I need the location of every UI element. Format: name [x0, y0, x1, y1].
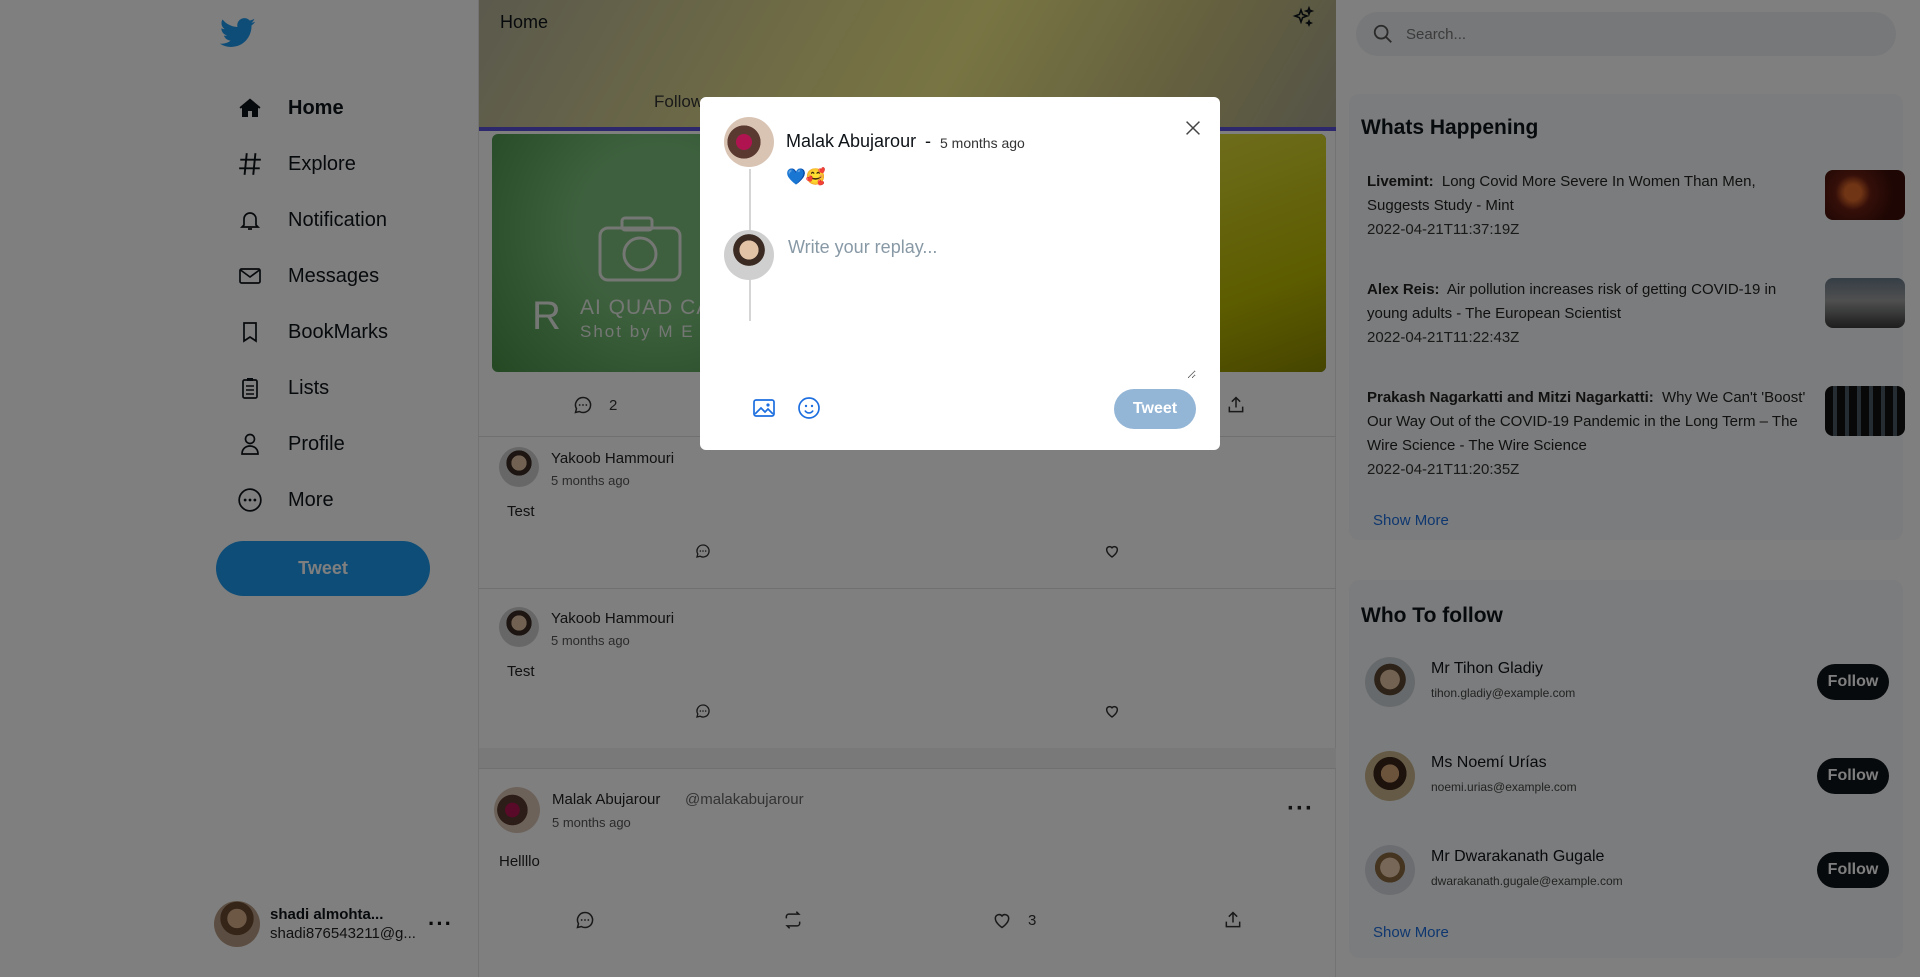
emoji-icon[interactable]	[797, 396, 821, 420]
reply-dialog: Malak Abujarour - 5 months ago 💙🥰 Tweet	[700, 97, 1220, 450]
image-icon[interactable]	[752, 396, 776, 420]
avatar	[724, 117, 774, 167]
reply-target-time: 5 months ago	[940, 135, 1025, 151]
reply-target-author: Malak Abujarour	[786, 131, 917, 151]
reply-target-content: 💙🥰	[786, 169, 826, 186]
avatar	[724, 230, 774, 280]
reply-input[interactable]	[788, 237, 1196, 379]
close-icon[interactable]	[1182, 117, 1204, 139]
reply-tweet-button[interactable]: Tweet	[1114, 389, 1196, 429]
separator: -	[925, 131, 931, 151]
